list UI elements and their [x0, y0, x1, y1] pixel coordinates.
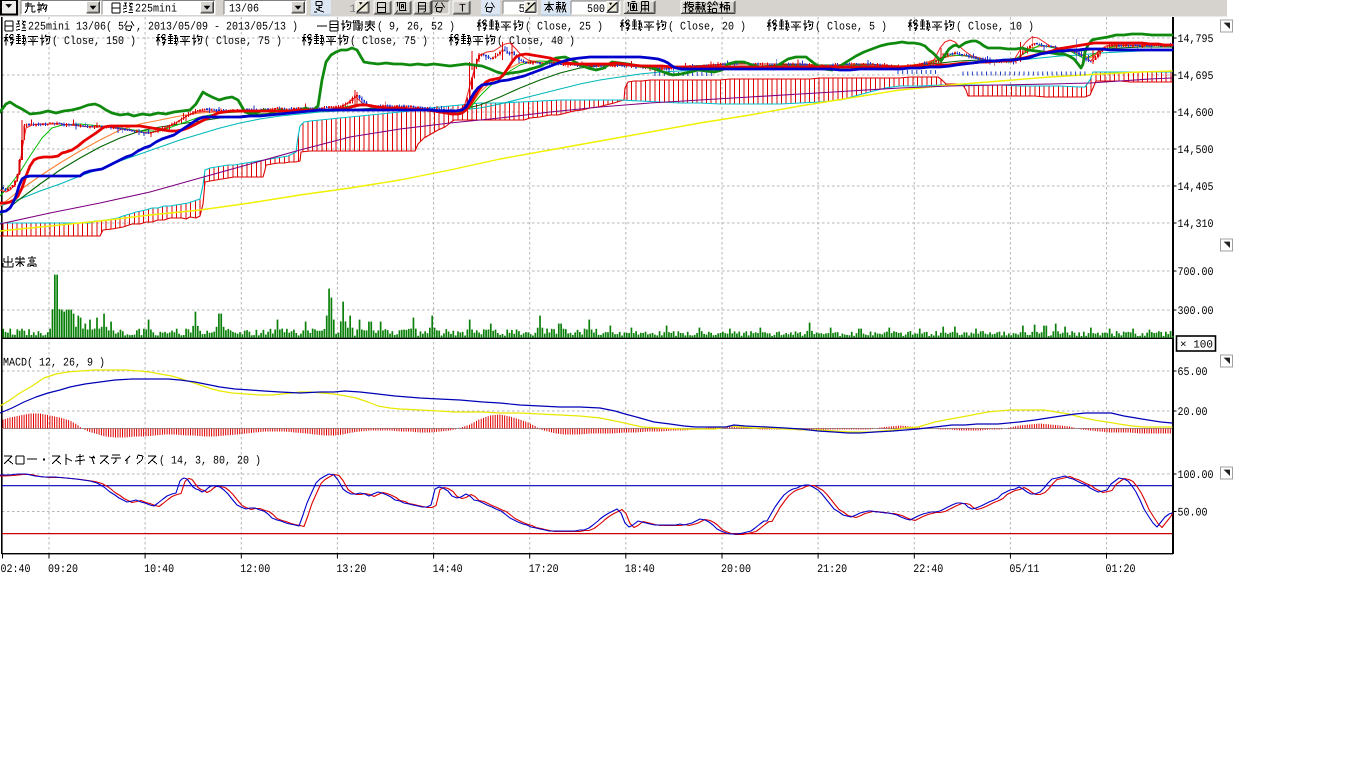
- svg-text:500: 500: [587, 3, 605, 16]
- svg-text:14,405: 14,405: [1178, 181, 1214, 194]
- svg-text:50.00: 50.00: [1178, 507, 1208, 520]
- svg-text:( Close, 5 ): ( Close, 5 ): [815, 21, 887, 34]
- svg-text:( Close, 40 ): ( Close, 40 ): [497, 35, 575, 48]
- svg-text:22:40: 22:40: [913, 563, 943, 576]
- svg-text:12:00: 12:00: [240, 563, 270, 576]
- svg-text:1: 1: [350, 3, 357, 16]
- svg-text:18:40: 18:40: [625, 563, 655, 576]
- svg-text:13:20: 13:20: [336, 563, 366, 576]
- svg-text:09:20: 09:20: [48, 563, 78, 576]
- svg-text:20:00: 20:00: [721, 563, 751, 576]
- svg-text:02:40: 02:40: [1, 563, 31, 576]
- svg-text:100.00: 100.00: [1178, 469, 1214, 482]
- svg-text:17:20: 17:20: [529, 563, 559, 576]
- svg-text:MACD( 12, 26, 9 ): MACD( 12, 26, 9 ): [3, 357, 105, 370]
- svg-text:13/06: 13/06: [229, 3, 259, 16]
- svg-text:14,795: 14,795: [1178, 33, 1214, 46]
- svg-text:01:20: 01:20: [1106, 563, 1136, 576]
- svg-text:225mini: 225mini: [135, 3, 177, 16]
- svg-text:( Close, 10 ): ( Close, 10 ): [956, 21, 1034, 34]
- svg-text:( Close, 75 ): ( Close, 75 ): [204, 35, 282, 48]
- svg-text:300.00: 300.00: [1178, 305, 1214, 318]
- svg-text:( Close, 75 ): ( Close, 75 ): [350, 35, 428, 48]
- svg-text:, 2013/05/09 - 2013/05/13 ): , 2013/05/09 - 2013/05/13 ): [136, 21, 298, 34]
- svg-text:14,600: 14,600: [1178, 107, 1214, 120]
- svg-text:225mini 13/06( 5: 225mini 13/06( 5: [28, 21, 124, 34]
- svg-text:21:20: 21:20: [817, 563, 847, 576]
- svg-text:( Close, 20 ): ( Close, 20 ): [668, 21, 746, 34]
- svg-text:( Close, 25 ): ( Close, 25 ): [525, 21, 603, 34]
- svg-text:( 9, 26, 52 ): ( 9, 26, 52 ): [377, 21, 455, 34]
- svg-text:65.00: 65.00: [1178, 366, 1208, 379]
- svg-text:× 100: × 100: [1180, 340, 1213, 352]
- svg-text:700.00: 700.00: [1178, 266, 1214, 279]
- svg-text:10:40: 10:40: [144, 563, 174, 576]
- svg-text:14,500: 14,500: [1178, 144, 1214, 157]
- svg-text:20.00: 20.00: [1178, 406, 1208, 419]
- svg-text:14,695: 14,695: [1178, 70, 1214, 83]
- svg-text:14,310: 14,310: [1178, 218, 1214, 231]
- svg-text:14:40: 14:40: [433, 563, 463, 576]
- svg-text:05/11: 05/11: [1009, 563, 1039, 576]
- svg-text:( 14, 3, 80, 20 ): ( 14, 3, 80, 20 ): [159, 455, 261, 468]
- svg-text:T: T: [459, 3, 466, 16]
- svg-text:( Close, 150 ): ( Close, 150 ): [52, 35, 136, 48]
